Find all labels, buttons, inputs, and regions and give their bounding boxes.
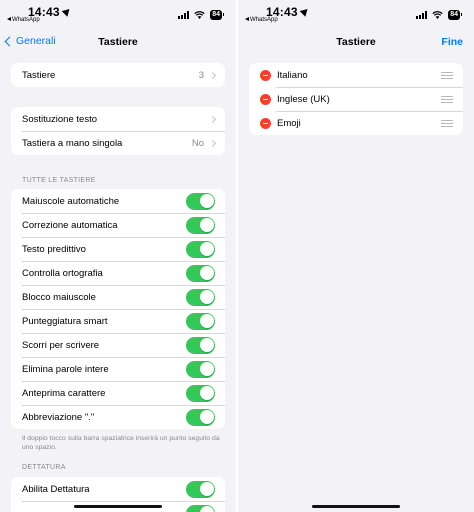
back-triangle-icon bbox=[7, 17, 11, 21]
toggle-row: Controlla ortografia bbox=[11, 261, 225, 285]
spell-check-toggle[interactable] bbox=[186, 264, 215, 282]
toggle-row: Anteprima carattere bbox=[11, 381, 225, 405]
toggle-row: Blocco maiuscole bbox=[11, 285, 225, 309]
keyboard-item-label: Emoji bbox=[277, 117, 301, 129]
toggle-label: Correzione automatica bbox=[22, 219, 118, 231]
toggle-row: Scorri per scrivere bbox=[11, 333, 225, 357]
predictive-text-toggle[interactable] bbox=[186, 240, 215, 258]
page-title: Tastiere bbox=[98, 36, 138, 48]
system-indicators: 84 bbox=[416, 10, 462, 20]
keyboard-item: Inglese (UK) bbox=[249, 87, 463, 111]
delete-minus-icon[interactable] bbox=[260, 93, 271, 105]
toggle-row: Punteggiatura smart bbox=[11, 309, 225, 333]
reorder-handle-icon[interactable] bbox=[441, 71, 453, 79]
toggle-label: Maiuscole automatiche bbox=[22, 195, 120, 207]
section-header-all-keyboards: TUTTE LE TASTIERE bbox=[22, 177, 96, 184]
chevron-right-icon bbox=[208, 115, 217, 123]
done-button[interactable]: Fine bbox=[441, 36, 463, 48]
enable-dictation-toggle[interactable] bbox=[186, 480, 215, 498]
keyboards-count: 3 bbox=[198, 69, 204, 81]
keyboard-item-label: Italiano bbox=[277, 69, 308, 81]
cellular-signal-icon bbox=[416, 11, 428, 19]
text-replacement-row[interactable]: Sostituzione testo bbox=[11, 107, 225, 131]
all-keyboards-group: Maiuscole automatiche Correzione automat… bbox=[11, 189, 225, 429]
smart-punctuation-toggle[interactable] bbox=[186, 312, 215, 330]
chevron-right-icon bbox=[208, 139, 217, 147]
toggle-row: Maiuscole automatiche bbox=[11, 189, 225, 213]
reorder-handle-icon[interactable] bbox=[441, 119, 453, 127]
battery-level: 84 bbox=[212, 11, 220, 18]
toggle-row: Abilita Dettatura bbox=[11, 477, 225, 501]
toggle-row: Elimina parole intere bbox=[11, 357, 225, 381]
delete-minus-icon[interactable] bbox=[260, 117, 271, 129]
keyboards-row-label: Tastiere bbox=[22, 69, 56, 81]
system-indicators: 84 bbox=[178, 10, 224, 20]
chevron-right-icon bbox=[208, 71, 217, 79]
keyboards-edit-screen: 14:43 WhatsApp 84 Tastiere Fine Italiano… bbox=[238, 0, 474, 512]
section-header-dictation: DETTATURA bbox=[22, 464, 66, 471]
slide-to-type-toggle[interactable] bbox=[186, 336, 215, 354]
back-to-app-link[interactable]: WhatsApp bbox=[7, 17, 40, 23]
keyboard-item-label: Inglese (UK) bbox=[277, 93, 330, 105]
delete-whole-words-toggle[interactable] bbox=[186, 360, 215, 378]
wifi-icon bbox=[432, 11, 443, 19]
toggle-label: Controlla ortografia bbox=[22, 267, 103, 279]
toggle-label: Abbreviazione "." bbox=[22, 411, 95, 423]
toggle-label: Scorri per scrivere bbox=[22, 339, 100, 351]
home-indicator[interactable] bbox=[312, 505, 400, 508]
cellular-signal-icon bbox=[178, 11, 190, 19]
toggle-label: Punteggiatura smart bbox=[22, 315, 108, 327]
auto-capitalization-toggle[interactable] bbox=[186, 192, 215, 210]
delete-minus-icon[interactable] bbox=[260, 69, 271, 81]
back-app-label: WhatsApp bbox=[250, 17, 278, 23]
text-replacement-label: Sostituzione testo bbox=[22, 113, 97, 125]
caps-lock-toggle[interactable] bbox=[186, 288, 215, 306]
keyboards-group: Tastiere 3 bbox=[11, 63, 225, 87]
keyboard-item: Italiano bbox=[249, 63, 463, 87]
dictation-toggle[interactable] bbox=[186, 504, 215, 512]
period-shortcut-footnote: Il doppio tocco sulla barra spaziatrice … bbox=[22, 435, 220, 451]
toggle-row: Testo predittivo bbox=[11, 237, 225, 261]
one-handed-keyboard-label: Tastiera a mano singola bbox=[22, 137, 123, 149]
back-to-app-link[interactable]: WhatsApp bbox=[245, 17, 278, 23]
text-options-group: Sostituzione testo Tastiera a mano singo… bbox=[11, 107, 225, 155]
battery-icon: 84 bbox=[448, 10, 462, 20]
keyboards-settings-screen: 14:43 WhatsApp 84 Generali Tastiere Tast… bbox=[0, 0, 236, 512]
navigation-bar: Generali Tastiere bbox=[0, 32, 236, 52]
location-arrow-icon bbox=[61, 6, 73, 17]
navigation-bar: Tastiere Fine bbox=[238, 32, 474, 52]
toggle-row: Abbreviazione "." bbox=[11, 405, 225, 429]
period-shortcut-toggle[interactable] bbox=[186, 408, 215, 426]
toggle-label: Anteprima carattere bbox=[22, 387, 106, 399]
status-bar: 14:43 WhatsApp 84 bbox=[0, 0, 236, 26]
page-title: Tastiere bbox=[336, 36, 376, 48]
toggle-label: Abilita Dettatura bbox=[22, 483, 90, 495]
toggle-row: Correzione automatica bbox=[11, 213, 225, 237]
toggle-label: Blocco maiuscole bbox=[22, 291, 96, 303]
wifi-icon bbox=[194, 11, 205, 19]
status-bar: 14:43 WhatsApp 84 bbox=[238, 0, 474, 26]
keyboard-item: Emoji bbox=[249, 111, 463, 135]
character-preview-toggle[interactable] bbox=[186, 384, 215, 402]
one-handed-keyboard-value: No bbox=[191, 137, 204, 149]
auto-correction-toggle[interactable] bbox=[186, 216, 215, 234]
location-arrow-icon bbox=[299, 6, 311, 17]
battery-icon: 84 bbox=[210, 10, 224, 20]
back-triangle-icon bbox=[245, 17, 249, 21]
keyboards-row[interactable]: Tastiere 3 bbox=[11, 63, 225, 87]
reorder-handle-icon[interactable] bbox=[441, 95, 453, 103]
back-app-label: WhatsApp bbox=[12, 17, 40, 23]
keyboards-list: Italiano Inglese (UK) Emoji bbox=[249, 63, 463, 135]
home-indicator[interactable] bbox=[74, 505, 162, 508]
toggle-label: Testo predittivo bbox=[22, 243, 86, 255]
battery-level: 84 bbox=[450, 11, 458, 18]
toggle-label: Elimina parole intere bbox=[22, 363, 109, 375]
one-handed-keyboard-row[interactable]: Tastiera a mano singola No bbox=[11, 131, 225, 155]
